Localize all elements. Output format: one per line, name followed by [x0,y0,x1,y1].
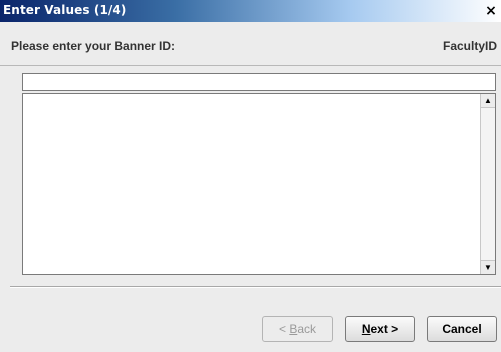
back-button-label: ack [297,322,317,336]
window-title: Enter Values (1/4) [3,3,127,17]
prompt-label: Please enter your Banner ID: [11,39,176,53]
field-name-label: FacultyID [442,39,497,53]
button-separator [10,286,501,288]
cancel-button[interactable]: Cancel [427,316,497,342]
banner-id-input[interactable] [22,73,496,91]
back-button-prefix: < [278,322,290,336]
scroll-down-icon[interactable]: ▼ [481,260,495,274]
next-button[interactable]: Next > [345,316,415,342]
close-icon[interactable]: × [483,3,499,19]
title-bar[interactable]: Enter Values (1/4) × [0,0,501,22]
prompt-header: Please enter your Banner ID: FacultyID [0,22,501,66]
back-button[interactable]: < Back [262,316,333,342]
values-list[interactable]: ▲ ▼ [22,93,496,275]
scroll-up-icon[interactable]: ▲ [481,94,495,108]
cancel-button-label: Cancel [442,322,482,336]
vertical-scrollbar[interactable]: ▲ ▼ [480,94,495,274]
next-button-label: ext > [370,322,399,336]
dialog-window: Enter Values (1/4) × Please enter your B… [0,0,501,352]
